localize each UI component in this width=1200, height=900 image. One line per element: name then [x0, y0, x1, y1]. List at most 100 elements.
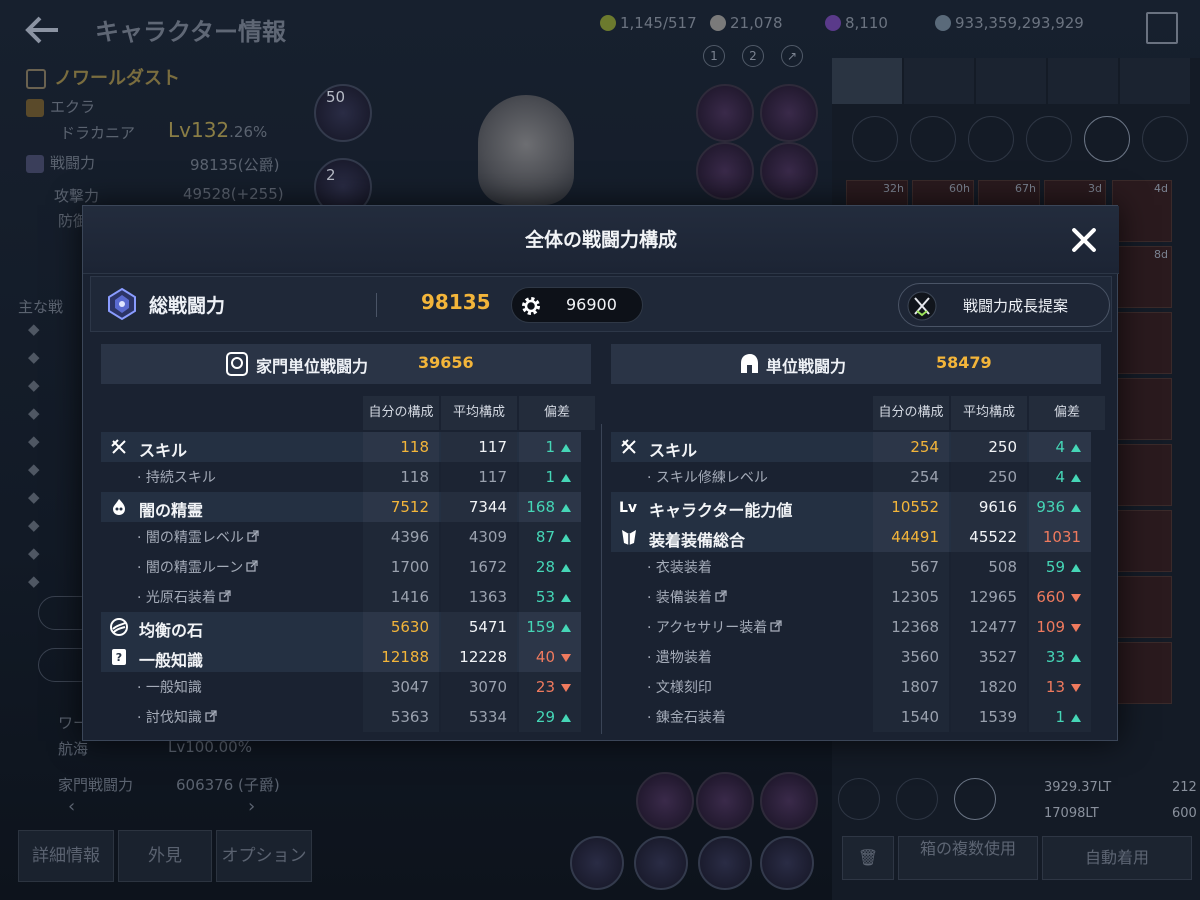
attack-label: 攻撃力	[54, 187, 100, 205]
family-combat-power-section: 家門単位戦闘力 39656 自分の構成 平均構成 偏差 スキル 118 117 1 · …	[91, 344, 595, 732]
class-emblem-icon	[26, 98, 44, 117]
tab-horse[interactable]	[1120, 58, 1190, 104]
subcategory-row[interactable]: · アクセサリー装着 12368 12477 109	[611, 612, 1091, 642]
tab-appearance[interactable]: 外見	[118, 830, 212, 882]
filter-gem-icon[interactable]	[1026, 116, 1072, 162]
deviation-value: 1031	[1029, 522, 1091, 572]
inventory-slot[interactable]: 8d	[1112, 246, 1172, 308]
tab-tools[interactable]	[976, 58, 1046, 104]
deviation-value: 159	[519, 612, 581, 642]
my-value: 44491	[873, 522, 949, 552]
arrow-up-icon	[1071, 713, 1081, 722]
inventory-slot[interactable]	[1112, 378, 1172, 440]
timer-text: 3d	[1088, 182, 1102, 195]
arrow-up-icon	[1071, 653, 1081, 662]
subcategory-row[interactable]: · 闇の精霊レベル 4396 4309 87	[101, 522, 581, 552]
reference-power-pill[interactable]: 96900	[511, 287, 643, 323]
inventory-slot[interactable]	[1112, 576, 1172, 638]
deviation-number: 159	[526, 618, 555, 636]
average-value: 1363	[441, 582, 517, 612]
costume-slot[interactable]	[634, 836, 688, 890]
row-label: · アクセサリー装着	[647, 617, 782, 637]
tab-storage[interactable]	[1048, 58, 1118, 104]
filter-funnel-icon[interactable]	[1142, 116, 1188, 162]
list-icon-1: ◆	[28, 320, 40, 338]
level-icon: Lv	[619, 500, 638, 516]
subcategory-row[interactable]: · 装備装着 12305 12965 660	[611, 582, 1091, 612]
sort-icon[interactable]	[838, 778, 880, 820]
row-label: 装着装備総合	[649, 527, 745, 551]
equip-slot[interactable]	[760, 84, 818, 142]
subcategory-row[interactable]: · 闇の精霊ルーン 1700 1672 28	[101, 552, 581, 582]
currency-value: 21,078	[730, 14, 783, 32]
my-value: 12305	[873, 582, 949, 612]
inventory-slot[interactable]	[1112, 444, 1172, 506]
average-value: 5471	[441, 612, 517, 642]
exit-icon[interactable]	[1146, 12, 1178, 44]
equip-slot[interactable]	[760, 142, 818, 200]
subcategory-row[interactable]: · 光原石装着 1416 1363 53	[101, 582, 581, 612]
modal-title: 全体の戦闘力構成	[524, 229, 677, 251]
row-label-text: 装着装備総合	[649, 531, 746, 550]
deviation-value: 53	[519, 582, 581, 612]
costume-slot[interactable]	[760, 836, 814, 890]
row-label: スキル	[649, 437, 697, 461]
growth-suggestion-button[interactable]: 戦闘力成長提案	[898, 283, 1110, 327]
external-link-icon[interactable]	[712, 590, 727, 606]
inventory-slot[interactable]: 4d	[1112, 180, 1172, 242]
carousel-prev-icon[interactable]: ‹	[68, 796, 75, 817]
subcategory-row: · 錬金石装着 1540 1539 1	[611, 702, 1091, 732]
deviation-value: 936	[1029, 492, 1091, 522]
costume-slot[interactable]	[698, 836, 752, 890]
equip-slot[interactable]	[696, 772, 754, 830]
badge-slot-1[interactable]: 50	[314, 84, 372, 142]
inventory-slot[interactable]	[1112, 510, 1172, 572]
arrow-down-icon	[561, 653, 571, 662]
tab-inventory[interactable]	[832, 58, 902, 104]
column-deviation: 偏差	[519, 396, 595, 430]
total-combat-power-label: 総戦闘力	[149, 295, 226, 317]
tab-pearl[interactable]	[904, 58, 974, 104]
delete-button[interactable]: 🗑	[842, 836, 894, 880]
filter-weapon-icon[interactable]	[852, 116, 898, 162]
inventory-slot[interactable]	[1112, 642, 1172, 704]
auto-equip-button[interactable]: 自動着用	[1042, 836, 1192, 880]
timer-text: 8d	[1154, 248, 1168, 261]
equip-slot[interactable]	[696, 84, 754, 142]
row-label-text: 均衡の石	[139, 621, 204, 640]
column-average: 平均構成	[951, 396, 1027, 430]
inventory-slot[interactable]	[1112, 312, 1172, 374]
knight-helmet-icon	[741, 354, 758, 373]
equip-slot[interactable]	[696, 142, 754, 200]
tab-details[interactable]: 詳細情報	[18, 830, 114, 882]
grid-view-icon[interactable]	[954, 778, 996, 820]
house-power-label: 家門戦闘力	[58, 776, 134, 794]
currency-value: 1,145/517	[620, 14, 697, 32]
costume-slot[interactable]	[570, 836, 624, 890]
external-link-icon[interactable]	[767, 620, 782, 636]
subcategory-row[interactable]: · 討伐知識 5363 5334 29	[101, 702, 581, 732]
filter-ring-icon[interactable]	[968, 116, 1014, 162]
house-power-value: 606376 (子爵)	[176, 776, 280, 794]
list-icon-8: ◆	[28, 516, 40, 534]
currency-value: 8,110	[845, 14, 888, 32]
filter-potion-icon[interactable]	[1084, 116, 1130, 162]
close-icon[interactable]	[1070, 226, 1098, 254]
equip-slot[interactable]	[636, 772, 694, 830]
filter-armor-icon[interactable]	[910, 116, 956, 162]
trash-mode-icon[interactable]	[896, 778, 938, 820]
external-link-icon[interactable]	[243, 560, 258, 576]
back-arrow-icon[interactable]	[22, 14, 62, 46]
row-label-text: · 光原石装着	[137, 590, 216, 606]
external-link-icon[interactable]	[244, 530, 259, 546]
box-multi-use-button[interactable]: 箱の複数使用	[898, 836, 1038, 880]
row-label-text: · 一般知識	[137, 680, 202, 696]
arrow-up-icon	[561, 713, 571, 722]
average-value: 117	[441, 462, 517, 492]
equip-slot[interactable]	[760, 772, 818, 830]
external-link-icon[interactable]	[202, 710, 217, 726]
carousel-next-icon[interactable]: ›	[248, 796, 255, 817]
tab-options[interactable]: オプション	[216, 830, 312, 882]
external-link-icon[interactable]	[216, 590, 231, 606]
deviation-number: 4	[1055, 438, 1065, 456]
